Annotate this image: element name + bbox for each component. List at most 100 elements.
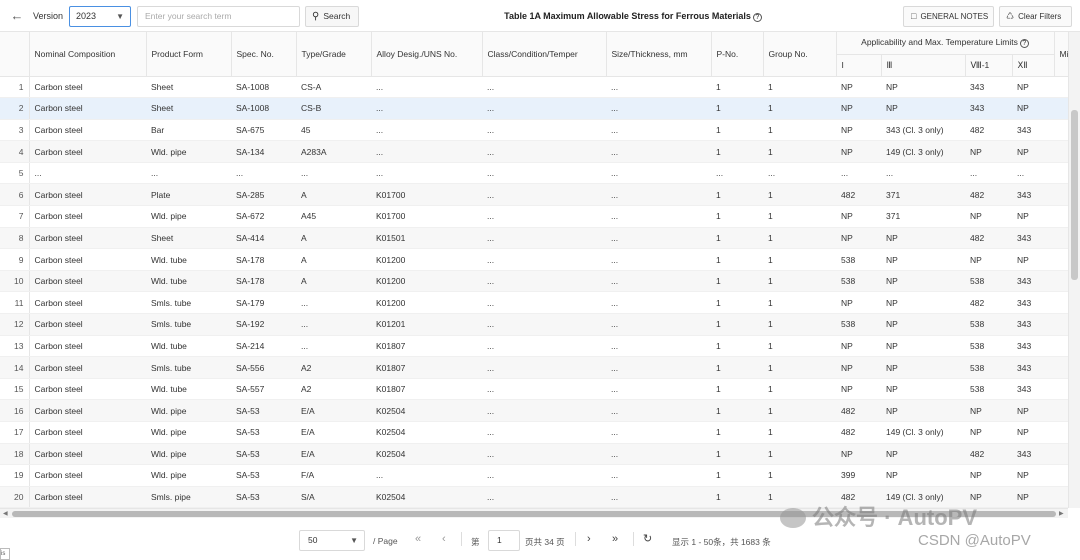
- cell-group-no[interactable]: 1: [763, 464, 836, 487]
- cell-spec-no[interactable]: SA-134: [231, 140, 296, 163]
- cell-composition[interactable]: Carbon steel: [29, 421, 146, 444]
- table-row[interactable]: 5.......................................: [0, 162, 1068, 185]
- cell-class[interactable]: ...: [482, 270, 606, 293]
- cell-alloy[interactable]: ...: [371, 464, 482, 487]
- table-row[interactable]: 13 Carbon steel Wld. tube SA-214... K01807..…: [0, 335, 1068, 358]
- cell-class[interactable]: ...: [482, 183, 606, 207]
- cell-group-no[interactable]: 1: [763, 443, 836, 466]
- cell-section-iii[interactable]: 371: [881, 183, 965, 207]
- cell-section-viii[interactable]: 482: [965, 119, 1012, 142]
- cell-p-no[interactable]: 1: [711, 76, 763, 99]
- cell-type-grade[interactable]: A2: [296, 378, 371, 401]
- cell-size[interactable]: ...: [606, 227, 711, 250]
- vertical-scrollbar[interactable]: [1068, 32, 1080, 508]
- cell-product-form[interactable]: Sheet: [146, 76, 231, 99]
- cell-section-i[interactable]: 538: [836, 248, 881, 271]
- cell-section-xii[interactable]: 343: [1012, 183, 1055, 207]
- cell-p-no[interactable]: 1: [711, 378, 763, 401]
- cell-section-xii[interactable]: 343: [1012, 313, 1055, 336]
- table-row[interactable]: 11 Carbon steel Smls. tube SA-179... K01200.…: [0, 291, 1068, 315]
- cell-spec-no[interactable]: SA-53: [231, 464, 296, 487]
- cell-spec-no[interactable]: SA-192: [231, 313, 296, 336]
- table-row[interactable]: 18 Carbon steel Wld. pipe SA-53 E/A K02504...…: [0, 443, 1068, 466]
- cell-section-i[interactable]: NP: [836, 443, 881, 466]
- cell-section-xii[interactable]: NP: [1012, 97, 1055, 120]
- cell-class[interactable]: ...: [482, 205, 606, 228]
- cell-section-viii[interactable]: 482: [965, 443, 1012, 466]
- table-row[interactable]: 16 Carbon steel Wld. pipe SA-53 E/A K02504...…: [0, 399, 1068, 422]
- scroll-left-icon[interactable]: ◀: [3, 510, 8, 517]
- cell-type-grade[interactable]: ...: [296, 291, 371, 315]
- cell-alloy[interactable]: K02504: [371, 421, 482, 444]
- cell-alloy[interactable]: K01807: [371, 356, 482, 379]
- cell-alloy[interactable]: ...: [371, 140, 482, 163]
- cell-spec-no[interactable]: SA-675: [231, 119, 296, 142]
- cell-section-xii[interactable]: 343: [1012, 270, 1055, 293]
- cell-size[interactable]: ...: [606, 248, 711, 271]
- cell-p-no[interactable]: 1: [711, 443, 763, 466]
- cell-composition[interactable]: Carbon steel: [29, 76, 146, 99]
- cell-size[interactable]: ...: [606, 313, 711, 336]
- cell-group-no[interactable]: 1: [763, 421, 836, 444]
- table-row[interactable]: 4 Carbon steel Wld. pipe SA-134 A283A.......…: [0, 140, 1068, 163]
- cell-class[interactable]: ...: [482, 97, 606, 120]
- cell-product-form[interactable]: Wld. pipe: [146, 464, 231, 487]
- cell-p-no[interactable]: 1: [711, 97, 763, 120]
- cell-section-iii[interactable]: 149 (Cl. 3 only): [881, 421, 965, 444]
- table-row[interactable]: 6 Carbon steel Plate SA-285 A K01700...... 1 1 4…: [0, 183, 1068, 207]
- cell-section-i[interactable]: NP: [836, 97, 881, 120]
- cell-section-iii[interactable]: NP: [881, 464, 965, 487]
- cell-class[interactable]: ...: [482, 162, 606, 185]
- cell-section-xii[interactable]: NP: [1012, 399, 1055, 422]
- table-row[interactable]: 17 Carbon steel Wld. pipe SA-53 E/A K02504...…: [0, 421, 1068, 444]
- table-row[interactable]: 12 Carbon steel Smls. tube SA-192... K01201.…: [0, 313, 1068, 336]
- cell-class[interactable]: ...: [482, 335, 606, 358]
- cell-section-iii[interactable]: NP: [881, 291, 965, 315]
- cell-p-no[interactable]: 1: [711, 205, 763, 228]
- cell-p-no[interactable]: 1: [711, 183, 763, 207]
- cell-product-form[interactable]: Sheet: [146, 227, 231, 250]
- cell-alloy[interactable]: ...: [371, 97, 482, 120]
- table-row[interactable]: 2 Carbon steel Sheet SA-1008 CS-B......... 1 1…: [0, 97, 1068, 120]
- cell-section-viii[interactable]: 482: [965, 227, 1012, 250]
- cell-type-grade[interactable]: A45: [296, 205, 371, 228]
- scroll-right-icon[interactable]: ▶: [1059, 510, 1064, 517]
- cell-size[interactable]: ...: [606, 486, 711, 508]
- cell-composition[interactable]: Carbon steel: [29, 227, 146, 250]
- cell-section-iii[interactable]: NP: [881, 248, 965, 271]
- cell-spec-no[interactable]: SA-178: [231, 270, 296, 293]
- cell-section-iii[interactable]: NP: [881, 443, 965, 466]
- last-page-icon[interactable]: »: [612, 533, 618, 545]
- cell-section-i[interactable]: 482: [836, 399, 881, 422]
- table-row[interactable]: 3 Carbon steel Bar SA-675 45......... 1 1 NP 343…: [0, 119, 1068, 142]
- cell-p-no[interactable]: 1: [711, 140, 763, 163]
- table-row[interactable]: 10 Carbon steel Wld. tube SA-178 A K01200....…: [0, 270, 1068, 293]
- cell-section-i[interactable]: NP: [836, 76, 881, 99]
- cell-product-form[interactable]: Wld. pipe: [146, 421, 231, 444]
- cell-section-viii[interactable]: NP: [965, 205, 1012, 228]
- cell-alloy[interactable]: K01200: [371, 291, 482, 315]
- cell-section-xii[interactable]: ...: [1012, 162, 1055, 185]
- cell-section-viii[interactable]: 538: [965, 356, 1012, 379]
- cell-size[interactable]: ...: [606, 399, 711, 422]
- cell-section-xii[interactable]: NP: [1012, 486, 1055, 508]
- col-header-applicability[interactable]: Applicability and Max. Temperature Limit…: [836, 32, 1055, 55]
- cell-section-viii[interactable]: 538: [965, 270, 1012, 293]
- cell-size[interactable]: ...: [606, 443, 711, 466]
- cell-alloy[interactable]: K01501: [371, 227, 482, 250]
- cell-product-form[interactable]: Wld. pipe: [146, 205, 231, 228]
- cell-section-xii[interactable]: NP: [1012, 464, 1055, 487]
- cell-section-viii[interactable]: 538: [965, 335, 1012, 358]
- cell-section-xii[interactable]: NP: [1012, 140, 1055, 163]
- col-header-type-grade[interactable]: Type/Grade: [296, 32, 372, 77]
- cell-product-form[interactable]: Sheet: [146, 97, 231, 120]
- cell-section-viii[interactable]: ...: [965, 162, 1012, 185]
- next-page-icon[interactable]: ›: [587, 533, 591, 545]
- cell-section-iii[interactable]: NP: [881, 270, 965, 293]
- cell-section-xii[interactable]: NP: [1012, 421, 1055, 444]
- cell-group-no[interactable]: 1: [763, 378, 836, 401]
- cell-class[interactable]: ...: [482, 399, 606, 422]
- cell-alloy[interactable]: ...: [371, 119, 482, 142]
- cell-size[interactable]: ...: [606, 291, 711, 315]
- cell-product-form[interactable]: Wld. tube: [146, 378, 231, 401]
